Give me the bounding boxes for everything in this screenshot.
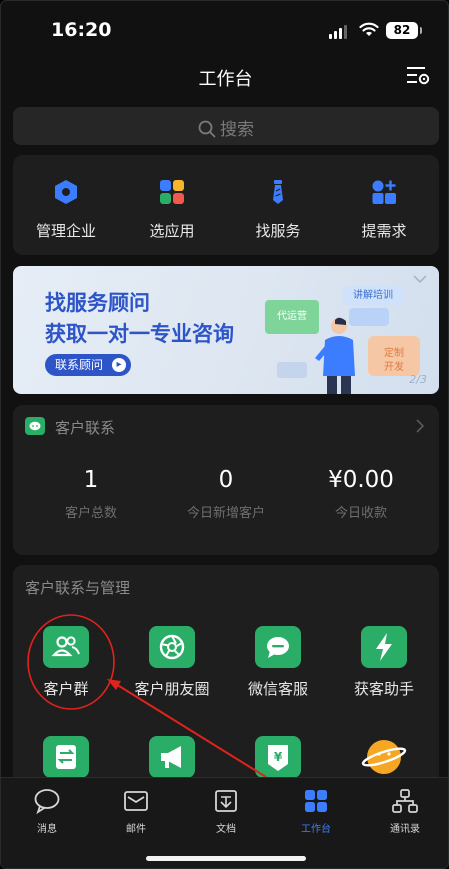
- app-label: 客户群: [43, 680, 89, 698]
- tab-label: 文档: [216, 824, 236, 835]
- quick-tools-card: 管理企业 选应用 找服务 提需求: [13, 155, 439, 255]
- tab-documents[interactable]: 文档: [191, 788, 261, 835]
- settings-sliders-icon[interactable]: [405, 64, 431, 86]
- chevron-right-icon[interactable]: [415, 419, 425, 433]
- tool-label: 管理企业: [35, 222, 96, 240]
- stat-revenue-today[interactable]: ¥0.00 今日收款: [290, 467, 432, 521]
- status-bar: 16:20 82: [1, 1, 448, 59]
- stat-label: 今日收款: [334, 506, 387, 521]
- workbench-grid-icon: [305, 790, 327, 812]
- customer-group-icon: [43, 626, 89, 668]
- stat-value: 1: [83, 467, 99, 493]
- tie-icon: [273, 180, 283, 204]
- tag-dev: 开发: [384, 362, 404, 373]
- app-customer-moments[interactable]: 客户朋友圈: [119, 626, 225, 706]
- section-title: 客户联系与管理: [25, 579, 131, 597]
- cellular-signal-icon: [329, 25, 349, 39]
- advisor-figure-icon: [315, 317, 355, 394]
- megaphone-icon: [149, 736, 195, 778]
- status-time: 16:20: [51, 19, 112, 41]
- search-placeholder: 搜索: [220, 120, 254, 140]
- service-advisor-banner[interactable]: 找服务顾问 获取一对一专业咨询 联系顾问 ▸ 代运营 讲解培训 定制 开发 2/…: [13, 266, 439, 394]
- tab-workbench[interactable]: 工作台: [281, 788, 351, 835]
- stat-value: ¥0.00: [328, 467, 394, 493]
- tab-contacts[interactable]: 通讯录: [370, 788, 440, 835]
- tab-mail[interactable]: 邮件: [101, 788, 171, 835]
- arrow-right-icon: ▸: [112, 358, 127, 372]
- chevron-down-icon[interactable]: [413, 274, 427, 284]
- banner-page-indicator: 2/3: [409, 373, 427, 386]
- tool-choose-app[interactable]: 选应用: [119, 155, 225, 255]
- yuan-payment-icon: ¥: [255, 736, 301, 778]
- transfer-icon: [43, 736, 89, 778]
- wifi-icon: [359, 22, 379, 36]
- app-acquisition-assistant[interactable]: 获客助手: [331, 626, 437, 706]
- home-indicator[interactable]: [146, 856, 306, 861]
- chat-bubble-icon: [255, 626, 301, 668]
- tag-training: 讲解培训: [343, 286, 403, 306]
- tab-label: 工作台: [301, 824, 331, 835]
- customer-contact-title: 客户联系: [55, 419, 116, 437]
- stat-total-customers[interactable]: 1 客户总数: [20, 467, 162, 521]
- app-label: 获客助手: [353, 680, 414, 698]
- svg-text:¥: ¥: [274, 750, 283, 764]
- battery-indicator: 82: [386, 22, 422, 39]
- phone-screen: 16:20 82 工作台 搜索 管理企业 选应用 找服务 提需求 找服务顾问 获…: [0, 0, 449, 869]
- tab-label: 消息: [37, 824, 57, 835]
- moments-aperture-icon: [149, 626, 195, 668]
- customer-management-section: 客户联系与管理 客户群 客户朋友圈 微信客服 获客助手 ¥: [13, 565, 439, 785]
- banner-subtitle: 获取一对一专业咨询: [45, 322, 234, 346]
- mail-icon: [124, 791, 148, 811]
- cta-label: 联系顾问: [55, 358, 104, 372]
- app-wechat-service[interactable]: 微信客服: [225, 626, 331, 706]
- search-bar[interactable]: 搜索: [13, 107, 439, 145]
- banner-title: 找服务顾问: [45, 291, 150, 315]
- stat-label: 客户总数: [64, 506, 117, 521]
- customer-contact-card[interactable]: 客户联系 1 客户总数 0 今日新增客户 ¥0.00 今日收款: [13, 405, 439, 555]
- tab-messages[interactable]: 消息: [12, 788, 82, 835]
- message-bubble-icon: [34, 789, 60, 814]
- tool-submit-request[interactable]: 提需求: [331, 155, 437, 255]
- decor-card: [277, 362, 307, 378]
- contacts-icon: [392, 789, 418, 813]
- tool-label: 提需求: [361, 222, 407, 240]
- shapes-icon: [372, 180, 396, 204]
- lightning-icon: [361, 626, 407, 668]
- page-title: 工作台: [198, 69, 253, 90]
- tool-label: 选应用: [149, 222, 195, 240]
- tool-find-service[interactable]: 找服务: [225, 155, 331, 255]
- stat-value: 0: [218, 467, 234, 493]
- hexagon-icon: [55, 180, 77, 204]
- tool-label: 找服务: [255, 222, 301, 240]
- apps-grid-icon: [160, 180, 184, 204]
- tag-operations: 代运营: [265, 300, 319, 334]
- tab-label: 邮件: [126, 824, 146, 835]
- contact-advisor-button[interactable]: 联系顾问 ▸: [45, 354, 132, 376]
- wechat-icon: [25, 417, 45, 435]
- tool-manage-company[interactable]: 管理企业: [13, 155, 119, 255]
- document-icon: [215, 790, 237, 812]
- tag-custom: 定制: [384, 348, 404, 359]
- tab-label: 通讯录: [390, 824, 420, 835]
- stat-label: 今日新增客户: [186, 506, 265, 521]
- app-customer-group[interactable]: 客户群: [13, 626, 119, 706]
- app-label: 客户朋友圈: [134, 680, 210, 698]
- app-label: 微信客服: [247, 680, 308, 698]
- search-icon: [198, 120, 216, 138]
- planet-icon: [361, 736, 407, 778]
- stat-new-customers-today[interactable]: 0 今日新增客户: [155, 467, 297, 521]
